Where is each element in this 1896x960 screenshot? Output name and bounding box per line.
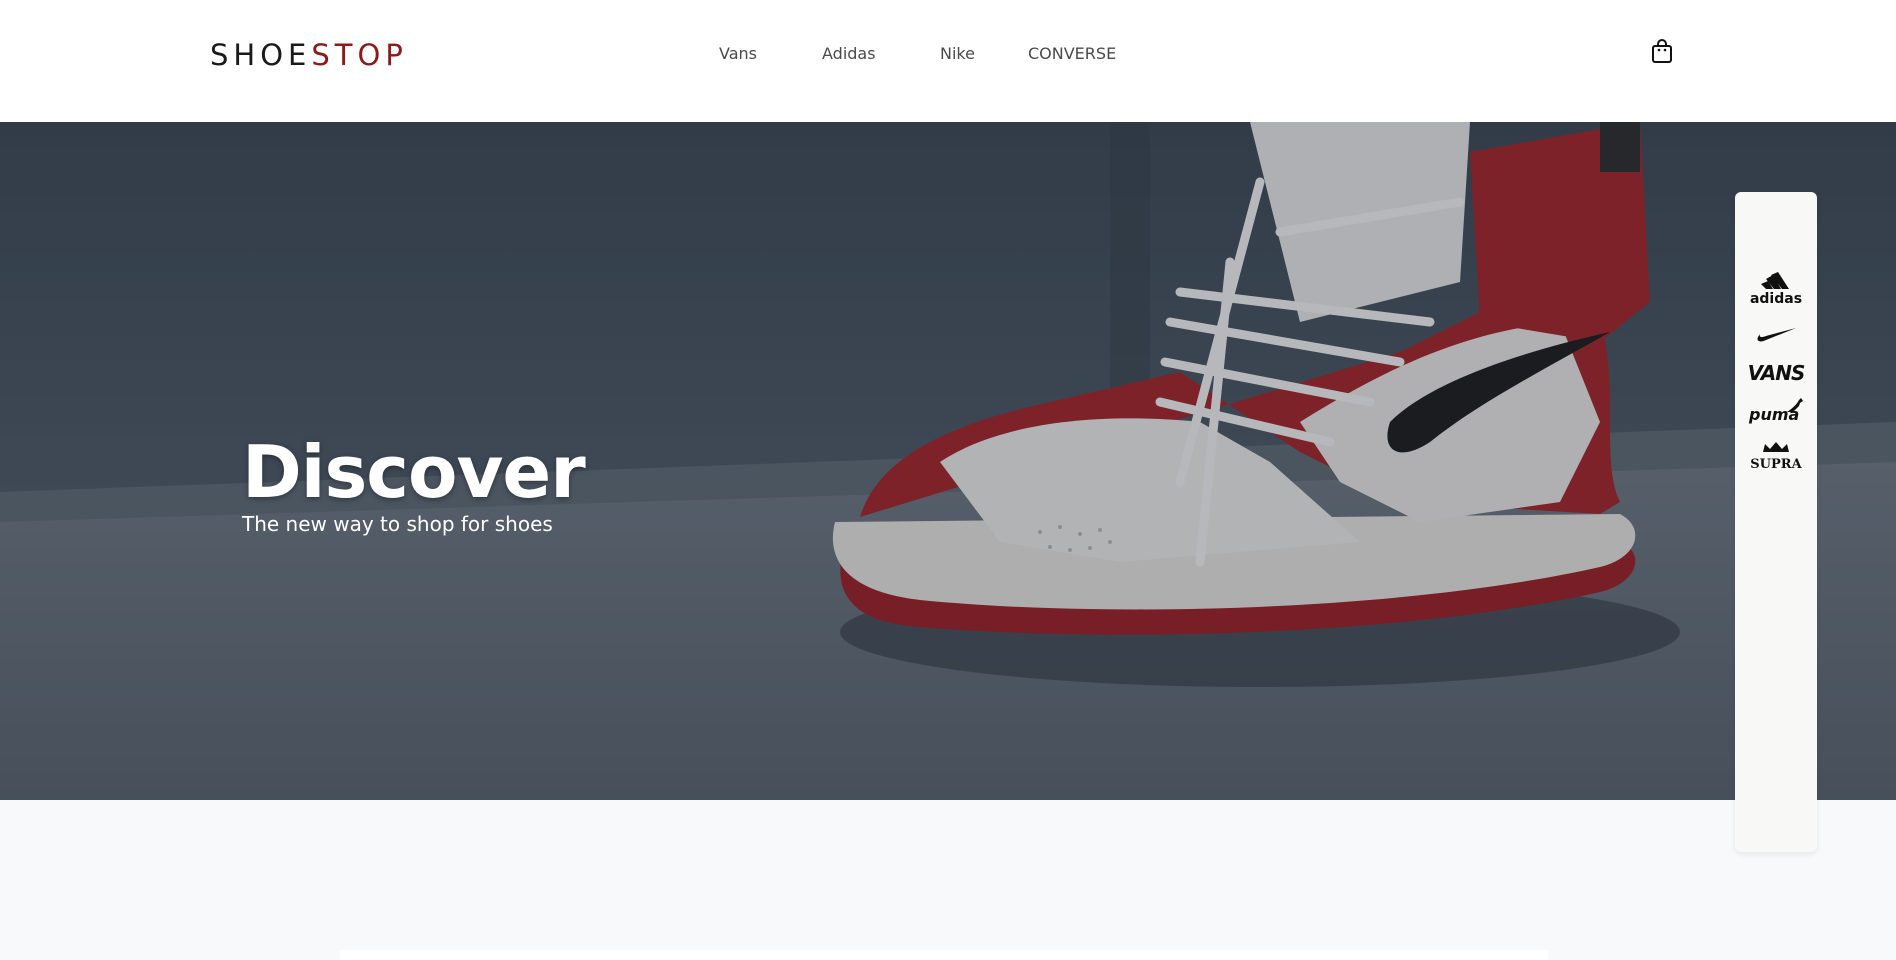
brand-adidas[interactable]: adidas — [1735, 272, 1817, 307]
logo[interactable]: SHOESTOP — [210, 38, 408, 72]
brand-vans[interactable]: VANS — [1735, 362, 1817, 384]
hero-subtitle: The new way to shop for shoes — [242, 512, 553, 536]
nav-link-vans[interactable]: Vans — [719, 44, 757, 64]
brand-sidebar: adidas VANS puma SUPRA — [1735, 192, 1817, 852]
supra-crown-icon — [1763, 442, 1789, 452]
puma-cat-icon — [1787, 398, 1803, 412]
brand-puma[interactable]: puma — [1735, 398, 1817, 426]
nike-swoosh-icon — [1757, 328, 1796, 342]
brand-adidas-label: adidas — [1749, 291, 1803, 307]
shopping-bag-icon[interactable] — [1651, 38, 1673, 64]
nav-link-converse[interactable]: CONVERSE — [1028, 44, 1116, 64]
hero-banner: Discover The new way to shop for shoes — [0, 122, 1896, 800]
nav-link-nike[interactable]: Nike — [940, 44, 975, 64]
site-header: SHOESTOP Vans Adidas Nike CONVERSE — [0, 0, 1896, 122]
content-card — [340, 950, 1548, 960]
brand-supra[interactable]: SUPRA — [1735, 440, 1817, 472]
brand-vans-label: VANS — [1747, 361, 1806, 385]
hero-title: Discover — [242, 430, 586, 514]
nav-link-adidas[interactable]: Adidas — [822, 44, 876, 64]
brand-supra-label: SUPRA — [1750, 457, 1802, 472]
adidas-logo-icon — [1761, 272, 1789, 289]
logo-part1: SHOE — [210, 38, 312, 72]
logo-part2: STOP — [311, 38, 408, 72]
brand-nike[interactable] — [1735, 327, 1817, 348]
